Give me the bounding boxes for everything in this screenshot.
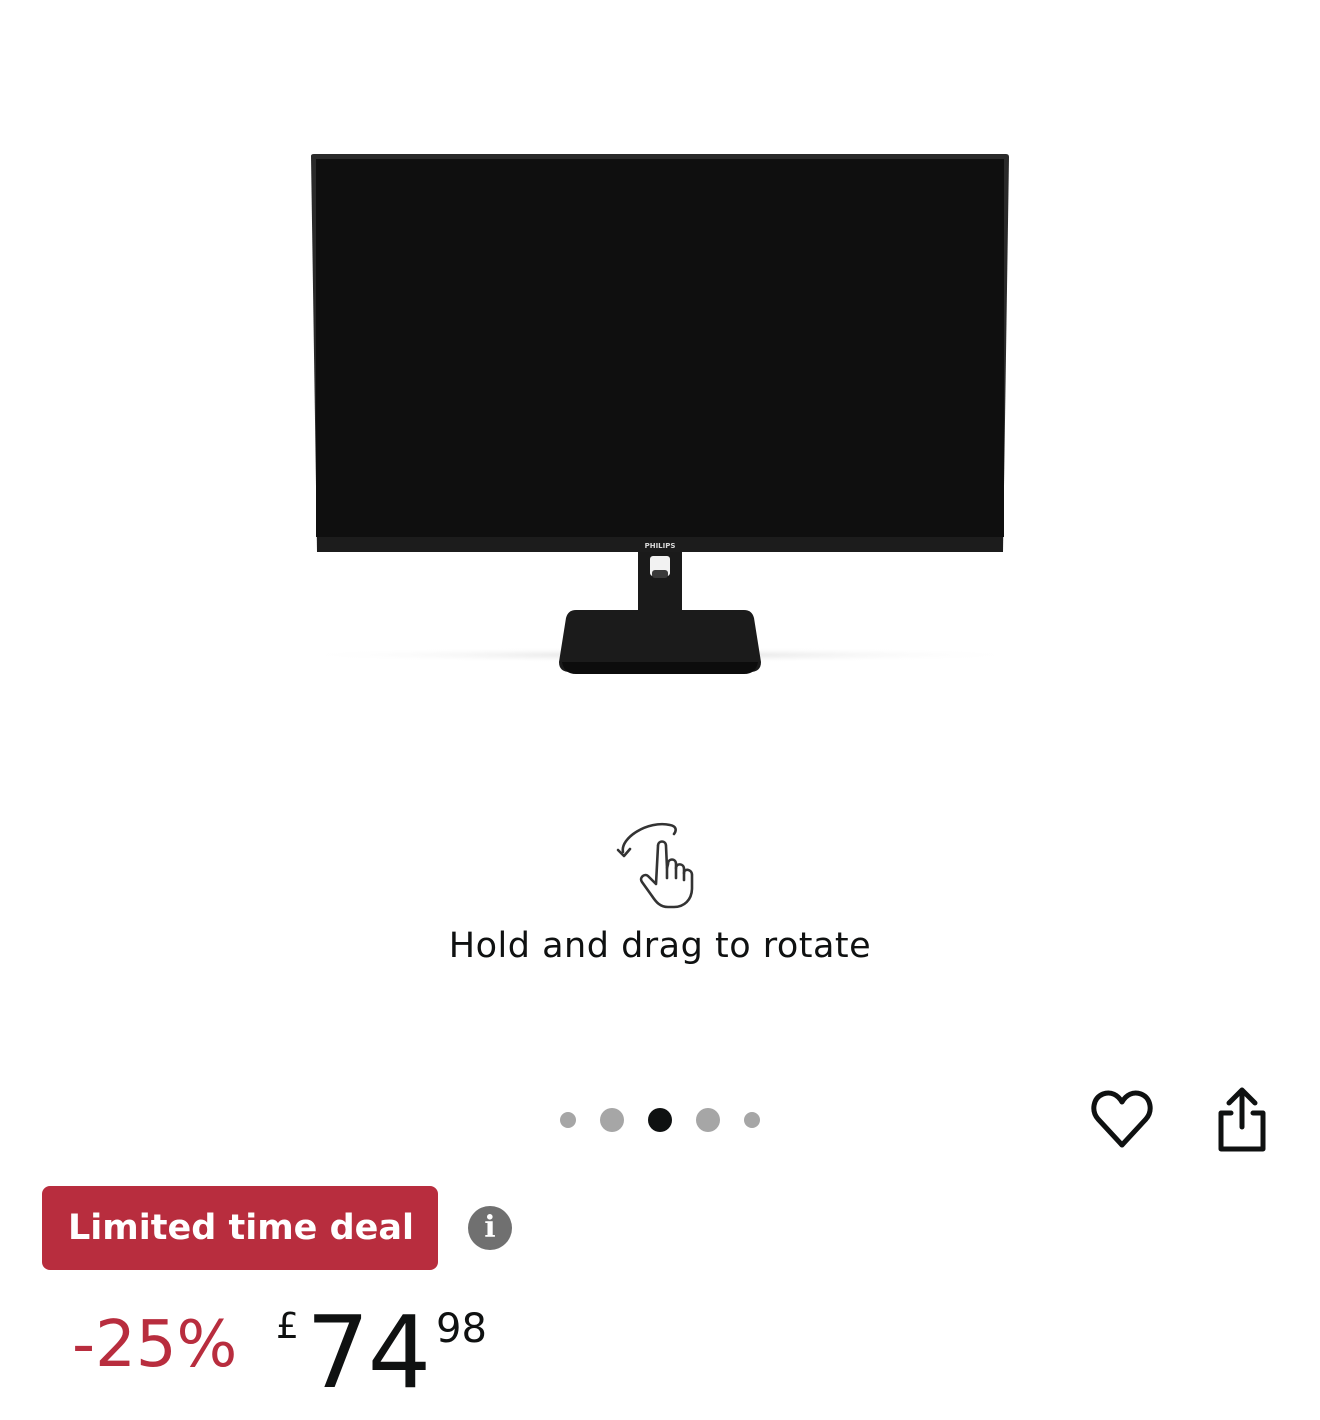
heart-icon <box>1091 1090 1153 1148</box>
carousel-dot-4[interactable] <box>696 1108 720 1132</box>
price-currency: £ <box>276 1306 299 1347</box>
share-icon <box>1218 1087 1266 1152</box>
share-button[interactable] <box>1206 1082 1278 1158</box>
brand-logo: PHILIPS <box>645 542 676 550</box>
price-whole: 74 <box>306 1294 431 1411</box>
limited-time-deal-badge: Limited time deal <box>42 1186 438 1270</box>
rotate-hint-label: Hold and drag to rotate <box>448 926 872 966</box>
carousel-dot-1[interactable] <box>560 1112 576 1128</box>
image-carousel-dots[interactable] <box>540 1103 780 1137</box>
carousel-dot-2[interactable] <box>600 1108 624 1132</box>
rotate-gesture-icon <box>616 822 694 909</box>
product-3d-viewer[interactable]: PHILIPS Hold and drag to rotate <box>0 0 1320 1060</box>
product-image-monitor[interactable]: PHILIPS <box>280 140 1040 700</box>
price-fraction: 98 <box>436 1306 487 1352</box>
info-icon[interactable]: i <box>468 1206 512 1250</box>
add-to-wishlist-button[interactable] <box>1086 1084 1158 1156</box>
carousel-dot-3-active[interactable] <box>648 1108 672 1132</box>
carousel-dot-5[interactable] <box>744 1112 760 1128</box>
rotate-hint: Hold and drag to rotate <box>0 812 1320 966</box>
discount-percentage: -25% <box>72 1308 238 1382</box>
